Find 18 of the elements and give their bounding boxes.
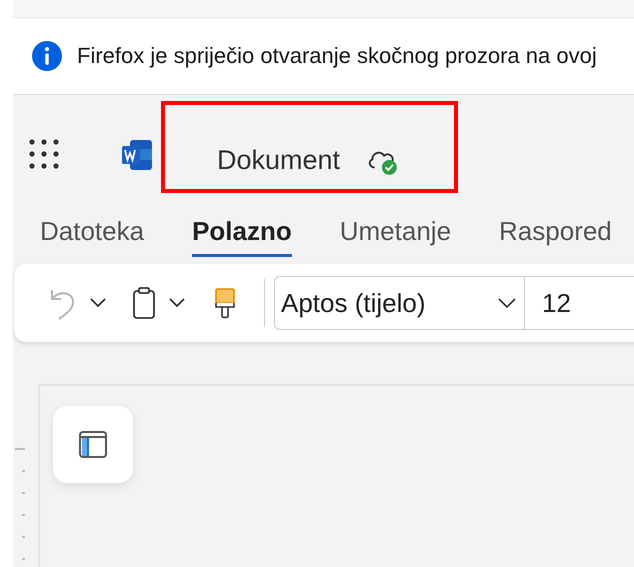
word-logo-icon[interactable] [120,138,154,172]
clipboard-icon[interactable] [132,287,156,319]
chevron-down-icon[interactable] [169,298,185,308]
document-title[interactable]: Dokument [217,145,340,176]
info-icon [32,41,62,71]
ribbon-tab[interactable]: Raspored [499,216,612,257]
format-painter-icon[interactable] [214,287,236,319]
app-launcher-icon[interactable] [28,138,60,170]
ribbon-tab[interactable]: Datoteka [40,216,144,257]
chevron-down-icon[interactable] [90,298,106,308]
ribbon-tab[interactable]: Polazno [192,216,292,257]
ribbon-tab[interactable]: Umetanje [340,216,452,257]
font-size-dropdown[interactable]: 12 [525,276,634,330]
notification-text: Firefox je spriječio otvaranje skočnog prozora na ovoj [77,43,597,69]
font-dropdown[interactable]: Aptos (tijelo) [274,276,525,330]
chevron-down-icon [498,298,516,308]
pane-toggle-button[interactable] [53,406,133,483]
side-pane-icon [78,430,108,460]
